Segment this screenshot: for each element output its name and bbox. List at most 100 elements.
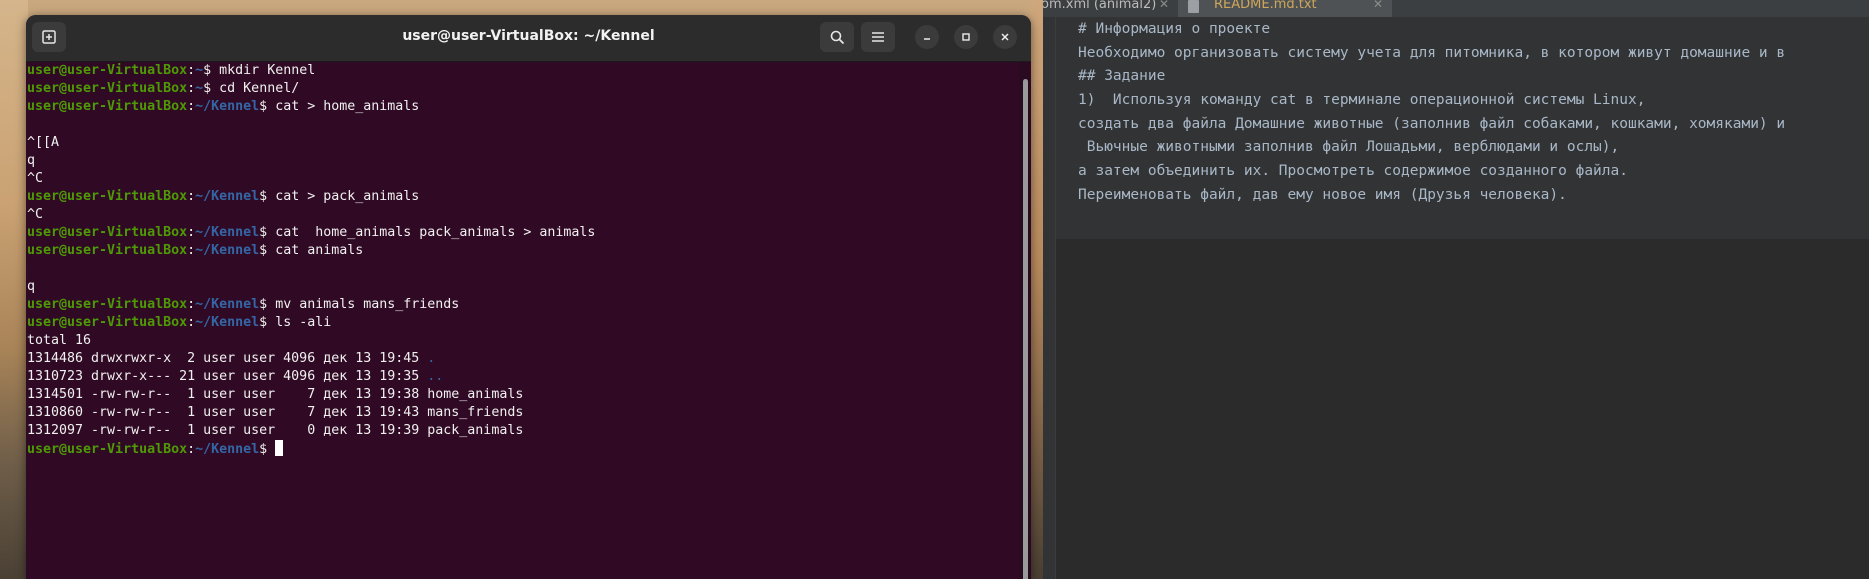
prompt-user: user@user-VirtualBox [27, 297, 188, 312]
directory-name: . [427, 351, 436, 366]
editor-window[interactable]: om.xml (animal2) ✕ README.md.txt ✕ # Инф… [1043, 0, 1869, 579]
terminal-line: user@user-VirtualBox:~/Kennel$ cat anima… [27, 242, 1019, 260]
prompt-separator: : [187, 63, 196, 78]
terminal-line: 1314486 drwxrwxr-x 2 user user 4096 дек … [27, 350, 1019, 368]
terminal-line: 1312097 -rw-rw-r-- 1 user user 0 дек 13 … [27, 422, 1019, 440]
editor-line: Вьючные животными заполнив файл Лошадьми… [1078, 139, 1620, 155]
prompt-path: ~/Kennel [195, 243, 260, 258]
minimize-button[interactable] [915, 25, 939, 49]
prompt-symbol: $ [203, 81, 212, 96]
command-text: cat > pack_animals [267, 189, 420, 204]
directory-name: .. [427, 369, 444, 384]
tab-close-icon[interactable]: ✕ [1373, 0, 1383, 11]
text-cursor [275, 440, 284, 456]
output-text: ^[[A [27, 135, 60, 150]
prompt-symbol: $ [259, 189, 268, 204]
output-text: q [27, 279, 36, 294]
terminal-line: user@user-VirtualBox:~/Kennel$ cat > pac… [27, 188, 1019, 206]
tab-pom-xml[interactable]: om.xml (animal2) [1043, 0, 1156, 12]
command-text: cat > home_animals [267, 99, 420, 114]
prompt-path: ~ [195, 63, 204, 78]
prompt-symbol: $ [203, 63, 212, 78]
terminal-line: ^C [27, 206, 1019, 224]
desktop-background-left [0, 0, 28, 579]
prompt-separator: : [187, 243, 196, 258]
output-text: 1310860 -rw-rw-r-- 1 user user 7 дек 13 … [27, 405, 524, 420]
prompt-path: ~/Kennel [195, 225, 260, 240]
terminal-line: user@user-VirtualBox:~/Kennel$ ls -ali [27, 314, 1019, 332]
prompt-symbol: $ [259, 243, 268, 258]
editor-line: 1) Используя команду cat в терминале опе… [1078, 92, 1646, 108]
prompt-separator: : [187, 189, 196, 204]
terminal-line: ^[[A [27, 134, 1019, 152]
prompt-separator: : [187, 99, 196, 114]
maximize-button[interactable] [954, 25, 978, 49]
command-text: mkdir Kennel [211, 63, 316, 78]
prompt-separator: : [187, 297, 196, 312]
prompt-user: user@user-VirtualBox [27, 99, 188, 114]
text-file-icon [1188, 0, 1199, 13]
output-text: ^C [27, 171, 44, 186]
tab-close-icon[interactable]: ✕ [1159, 0, 1169, 11]
prompt-path: ~/Kennel [195, 99, 260, 114]
prompt-user: user@user-VirtualBox [27, 442, 188, 457]
terminal-line: user@user-VirtualBox:~/Kennel$ cat > hom… [27, 98, 1019, 116]
editor-text-area[interactable]: # Информация о проекте Необходимо органи… [1056, 17, 1869, 239]
prompt-separator: : [187, 81, 196, 96]
output-text: ^C [27, 207, 44, 222]
terminal-line: user@user-VirtualBox:~/Kennel$ [27, 440, 1019, 458]
prompt-separator: : [187, 442, 196, 457]
editor-line: # Информация о проекте [1078, 21, 1271, 37]
minimize-icon [924, 38, 930, 40]
terminal-window[interactable]: user@user-VirtualBox: ~/Kennel user@user… [26, 15, 1031, 579]
terminal-output[interactable]: user@user-VirtualBox:~$ mkdir Kennel user… [26, 62, 1019, 579]
search-button[interactable] [820, 22, 854, 52]
prompt-symbol: $ [259, 99, 268, 114]
prompt-separator: : [187, 225, 196, 240]
output-text: total 16 [27, 333, 92, 348]
terminal-line: user@user-VirtualBox:~/Kennel$ mv animal… [27, 296, 1019, 314]
command-text: mv animals mans_friends [267, 297, 460, 312]
command-text: cat animals [267, 243, 364, 258]
prompt-symbol: $ [259, 297, 268, 312]
terminal-line: 1314501 -rw-rw-r-- 1 user user 7 дек 13 … [27, 386, 1019, 404]
prompt-path: ~/Kennel [195, 315, 260, 330]
prompt-separator: : [187, 315, 196, 330]
scrollbar-track[interactable] [1019, 62, 1031, 579]
close-icon [1001, 33, 1009, 41]
close-button[interactable] [993, 25, 1017, 49]
output-text: 1314486 drwxrwxr-x 2 user user 4096 дек … [27, 351, 428, 366]
editor-tab-bar: om.xml (animal2) ✕ README.md.txt ✕ [1043, 0, 1869, 17]
scrollbar-thumb[interactable] [1023, 79, 1028, 579]
prompt-user: user@user-VirtualBox [27, 63, 188, 78]
hamburger-menu-icon [872, 32, 884, 42]
prompt-symbol: $ [259, 225, 268, 240]
menu-button[interactable] [861, 22, 895, 52]
prompt-path: ~ [195, 81, 204, 96]
command-text [267, 442, 275, 457]
tab-readme[interactable]: README.md.txt ✕ [1178, 0, 1392, 17]
terminal-line: q [27, 278, 1019, 296]
prompt-symbol: $ [259, 442, 268, 457]
terminal-line: user@user-VirtualBox:~$ mkdir Kennel [27, 62, 1019, 80]
output-text: 1310723 drwxr-x--- 21 user user 4096 дек… [27, 369, 428, 384]
prompt-user: user@user-VirtualBox [27, 81, 188, 96]
terminal-line: user@user-VirtualBox:~/Kennel$ cat home_… [27, 224, 1019, 242]
tab-readme-label: README.md.txt [1214, 0, 1317, 12]
terminal-line: 1310860 -rw-rw-r-- 1 user user 7 дек 13 … [27, 404, 1019, 422]
prompt-symbol: $ [259, 315, 268, 330]
desktop-background-gap [1031, 0, 1043, 579]
prompt-path: ~/Kennel [195, 297, 260, 312]
editor-empty-area[interactable] [1056, 239, 1869, 579]
terminal-line: total 16 [27, 332, 1019, 350]
command-text: cat home_animals pack_animals > animals [267, 225, 596, 240]
terminal-titlebar[interactable]: user@user-VirtualBox: ~/Kennel [26, 15, 1031, 62]
maximize-icon [962, 33, 970, 41]
search-icon [830, 30, 844, 44]
prompt-user: user@user-VirtualBox [27, 225, 188, 240]
prompt-path: ~/Kennel [195, 442, 260, 457]
output-text: q [27, 153, 36, 168]
output-text: 1314501 -rw-rw-r-- 1 user user 7 дек 13 … [27, 387, 524, 402]
